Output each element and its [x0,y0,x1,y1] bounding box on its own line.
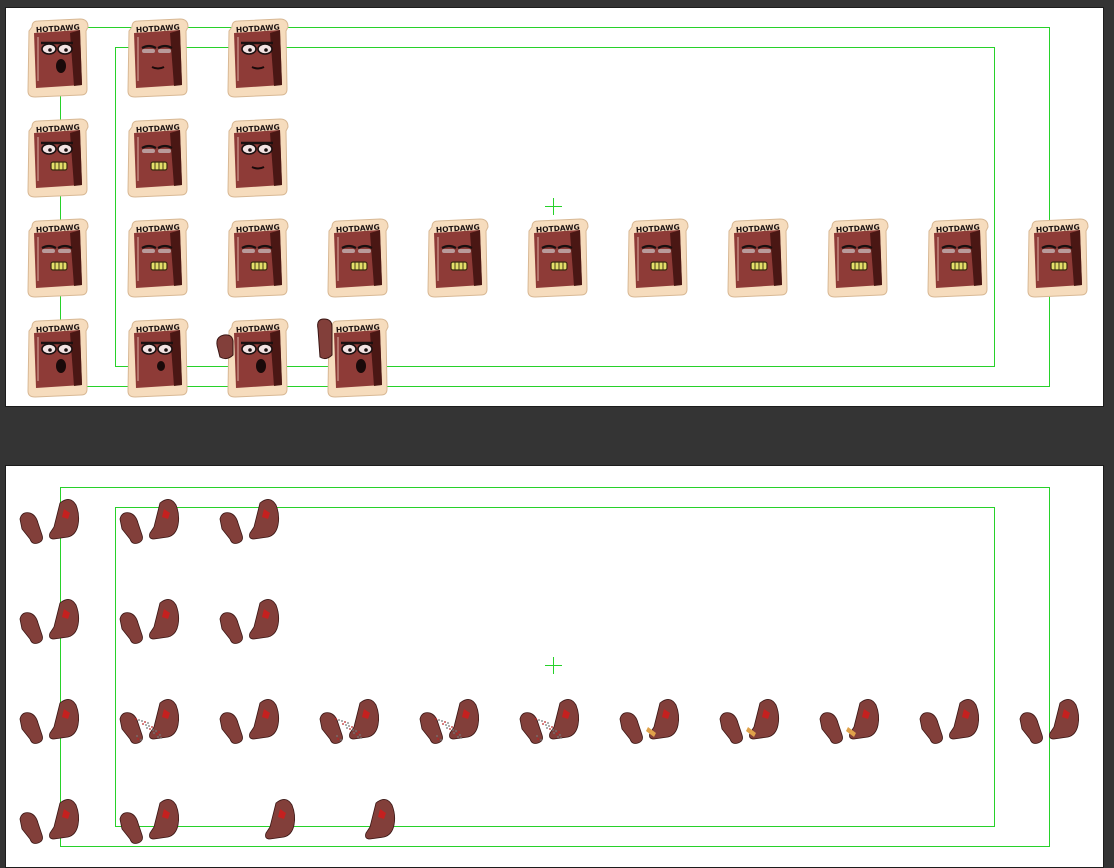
arm-frame-arm-single-1[interactable] [234,797,304,847]
arm-frame-arms-crumb-2[interactable] [318,697,388,747]
hotdog-frame-fist-raise[interactable]: HOTDAWG [216,318,290,399]
arm-frame-arm-single-2[interactable] [334,797,404,847]
hotdog-frame-squint[interactable]: HOTDAWG [124,118,190,199]
hotdog-frame-blink-7[interactable]: HOTDAWG [724,218,790,299]
action-safe-guide [60,27,1050,387]
hotdog-frame-blink-5[interactable]: HOTDAWG [524,218,590,299]
hotdog-frame-shock[interactable]: HOTDAWG [24,318,90,399]
title-safe-guide [115,507,995,827]
arm-frame-arms-dog-1[interactable] [618,697,688,747]
hotdog-frame-blink-1[interactable]: HOTDAWG [124,218,190,299]
hotdog-frame-eyes-closed[interactable]: HOTDAWG [124,18,190,99]
arm-frame-arms-8[interactable] [218,697,288,747]
hotdog-frame-blink-10[interactable]: HOTDAWG [1024,218,1090,299]
hotdog-frame-blink-6[interactable]: HOTDAWG [624,218,690,299]
arm-frame-arms-4[interactable] [18,597,88,647]
hotdog-frame-mouth-closed[interactable]: HOTDAWG [224,18,290,99]
hotdog-frame-talk-open[interactable]: HOTDAWG [24,18,90,99]
arm-frame-arms-3[interactable] [218,497,288,547]
sprite-sheet-canvas-bottom[interactable] [5,465,1104,868]
arm-frame-arms-2[interactable] [118,497,188,547]
hotdog-frame-surprised[interactable]: HOTDAWG [124,318,190,399]
hotdog-frame-blink-2[interactable]: HOTDAWG [224,218,290,299]
arm-frame-arms-crumb-3[interactable] [418,697,488,747]
arm-frame-arms-10[interactable] [1018,697,1088,747]
arm-frame-arms-11[interactable] [18,797,88,847]
arm-frame-arms-7[interactable] [18,697,88,747]
arm-frame-arms-crumb-1[interactable] [118,697,188,747]
hotdog-frame-grin[interactable]: HOTDAWG [24,118,90,199]
hotdog-frame-fist-up[interactable]: HOTDAWG [317,318,390,399]
hotdog-frame-blink-4[interactable]: HOTDAWG [424,218,490,299]
center-crosshair-icon [545,198,562,215]
arm-frame-arms-12[interactable] [118,797,188,847]
hotdog-frame-smirk[interactable]: HOTDAWG [224,118,290,199]
arm-frame-arms-crumb-4[interactable] [518,697,588,747]
arm-frame-arms-6[interactable] [218,597,288,647]
arm-frame-arms-dog-2[interactable] [718,697,788,747]
hotdog-frame-grin-brows[interactable]: HOTDAWG [24,218,90,299]
arm-frame-arms-dog-3[interactable] [818,697,888,747]
hotdog-frame-blink-9[interactable]: HOTDAWG [924,218,990,299]
center-crosshair-icon [545,657,562,674]
action-safe-guide [60,487,1050,847]
arm-frame-arms-9[interactable] [918,697,988,747]
hotdog-frame-blink-3[interactable]: HOTDAWG [324,218,390,299]
sprite-sheet-canvas-top[interactable]: HOTDAWG HOTDAWG HOTDAWG HOTDAWG HOTDAWG HOTDA… [5,7,1104,407]
hotdog-frame-blink-8[interactable]: HOTDAWG [824,218,890,299]
arm-frame-arms-1[interactable] [18,497,88,547]
arm-frame-arms-5[interactable] [118,597,188,647]
